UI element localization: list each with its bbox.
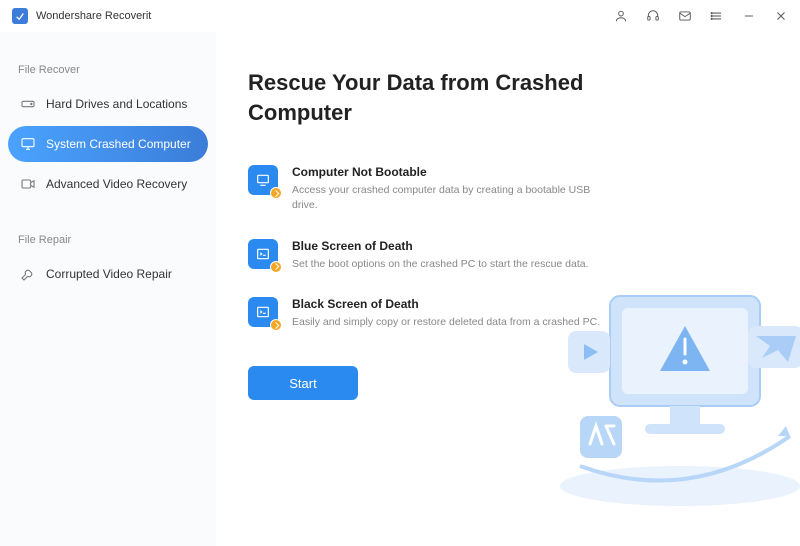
sidebar-item-system-crashed[interactable]: System Crashed Computer	[8, 126, 208, 162]
feature-not-bootable: Computer Not Bootable Access your crashe…	[248, 165, 772, 212]
sidebar: File Recover Hard Drives and Locations S…	[0, 32, 216, 546]
sidebar-item-advanced-video[interactable]: Advanced Video Recovery	[8, 166, 208, 202]
user-icon[interactable]	[614, 9, 628, 23]
sidebar-item-corrupted-video[interactable]: Corrupted Video Repair	[8, 256, 208, 292]
titlebar-right	[614, 9, 788, 23]
drive-icon	[20, 96, 36, 112]
sidebar-section-file-recover: File Recover	[8, 64, 208, 86]
close-icon[interactable]	[774, 9, 788, 23]
sidebar-item-label: Corrupted Video Repair	[46, 267, 172, 281]
refresh-badge-icon	[270, 187, 282, 199]
body-row: File Recover Hard Drives and Locations S…	[0, 32, 800, 546]
titlebar: Wondershare Recoverit	[0, 0, 800, 32]
sidebar-item-hard-drives[interactable]: Hard Drives and Locations	[8, 86, 208, 122]
feature-title: Computer Not Bootable	[292, 165, 612, 179]
feature-title: Black Screen of Death	[292, 297, 600, 311]
feature-desc: Easily and simply copy or restore delete…	[292, 315, 600, 330]
app-title: Wondershare Recoverit	[36, 10, 151, 22]
page-title: Rescue Your Data from Crashed Computer	[248, 68, 608, 127]
feature-desc: Set the boot options on the crashed PC t…	[292, 257, 589, 272]
minimize-icon[interactable]	[742, 9, 756, 23]
feature-black-screen: Black Screen of Death Easily and simply …	[248, 297, 772, 330]
sidebar-item-label: System Crashed Computer	[46, 137, 191, 151]
sidebar-item-label: Hard Drives and Locations	[46, 97, 187, 111]
sidebar-section-file-repair: File Repair	[8, 234, 208, 256]
headset-icon[interactable]	[646, 9, 660, 23]
sidebar-item-label: Advanced Video Recovery	[46, 177, 187, 191]
refresh-badge-icon	[270, 319, 282, 331]
main-content: Rescue Your Data from Crashed Computer C…	[216, 32, 800, 546]
terminal-icon	[248, 239, 278, 269]
start-button[interactable]: Start	[248, 366, 358, 400]
feature-blue-screen: Blue Screen of Death Set the boot option…	[248, 239, 772, 272]
feature-list: Computer Not Bootable Access your crashe…	[248, 165, 772, 330]
feature-title: Blue Screen of Death	[292, 239, 589, 253]
wrench-icon	[20, 266, 36, 282]
feature-desc: Access your crashed computer data by cre…	[292, 183, 612, 212]
monitor-icon	[20, 136, 36, 152]
monitor-icon	[248, 165, 278, 195]
menu-icon[interactable]	[710, 9, 724, 23]
titlebar-left: Wondershare Recoverit	[12, 8, 151, 24]
app-logo	[12, 8, 28, 24]
mail-icon[interactable]	[678, 9, 692, 23]
terminal-dark-icon	[248, 297, 278, 327]
video-icon	[20, 176, 36, 192]
refresh-badge-icon	[270, 261, 282, 273]
